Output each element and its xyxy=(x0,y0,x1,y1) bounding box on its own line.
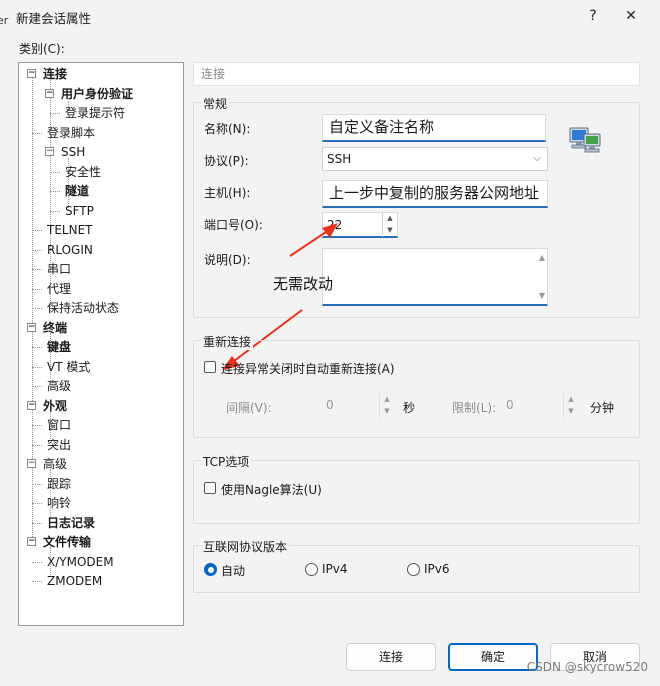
ip-radio-0[interactable] xyxy=(204,563,217,576)
ip-radio-label[interactable]: IPv6 xyxy=(424,562,450,576)
limit-spinner[interactable]: ▲ ▼ xyxy=(563,394,578,418)
reconnect-checkbox[interactable] xyxy=(204,361,216,373)
interval-input[interactable]: 0 ▲ ▼ xyxy=(320,394,394,418)
limit-label: 限制(L): xyxy=(452,401,497,415)
ip-radio-label[interactable]: IPv4 xyxy=(322,562,348,576)
watermark: CSDN @skycrow520 xyxy=(526,660,648,674)
interval-value: 0 xyxy=(326,398,334,412)
limit-input[interactable]: 0 ▲ ▼ xyxy=(500,394,578,418)
interval-label: 间隔(V): xyxy=(226,401,272,415)
limit-value: 0 xyxy=(506,398,514,412)
interval-unit: 秒 xyxy=(403,401,416,415)
ip-radio-1[interactable] xyxy=(305,563,318,576)
limit-unit: 分钟 xyxy=(590,401,615,415)
reconnect-legend: 重新连接 xyxy=(201,333,254,350)
spin-up-icon[interactable]: ▲ xyxy=(564,394,578,406)
arrow-head-port xyxy=(322,223,338,238)
connect-button[interactable]: 连接 xyxy=(346,643,436,671)
nagle-checkbox[interactable] xyxy=(204,482,216,494)
ok-button[interactable]: 确定 xyxy=(448,643,538,671)
reconnect-checkbox-label[interactable]: 连接异常关闭时自动重新连接(A) xyxy=(221,360,395,377)
tcp-legend: TCP选项 xyxy=(201,453,252,470)
nagle-label[interactable]: 使用Nagle算法(U) xyxy=(221,481,322,498)
spin-down-icon[interactable]: ▼ xyxy=(380,406,394,418)
reconnect-group xyxy=(193,340,640,438)
ip-radio-2[interactable] xyxy=(407,563,420,576)
ip-legend: 互联网协议版本 xyxy=(201,538,290,555)
spin-down-icon[interactable]: ▼ xyxy=(564,406,578,418)
interval-spinner[interactable]: ▲ ▼ xyxy=(379,394,394,418)
ip-radio-label[interactable]: 自动 xyxy=(221,562,245,579)
annotation-text: 无需改动 xyxy=(273,275,334,293)
spin-up-icon[interactable]: ▲ xyxy=(380,394,394,406)
